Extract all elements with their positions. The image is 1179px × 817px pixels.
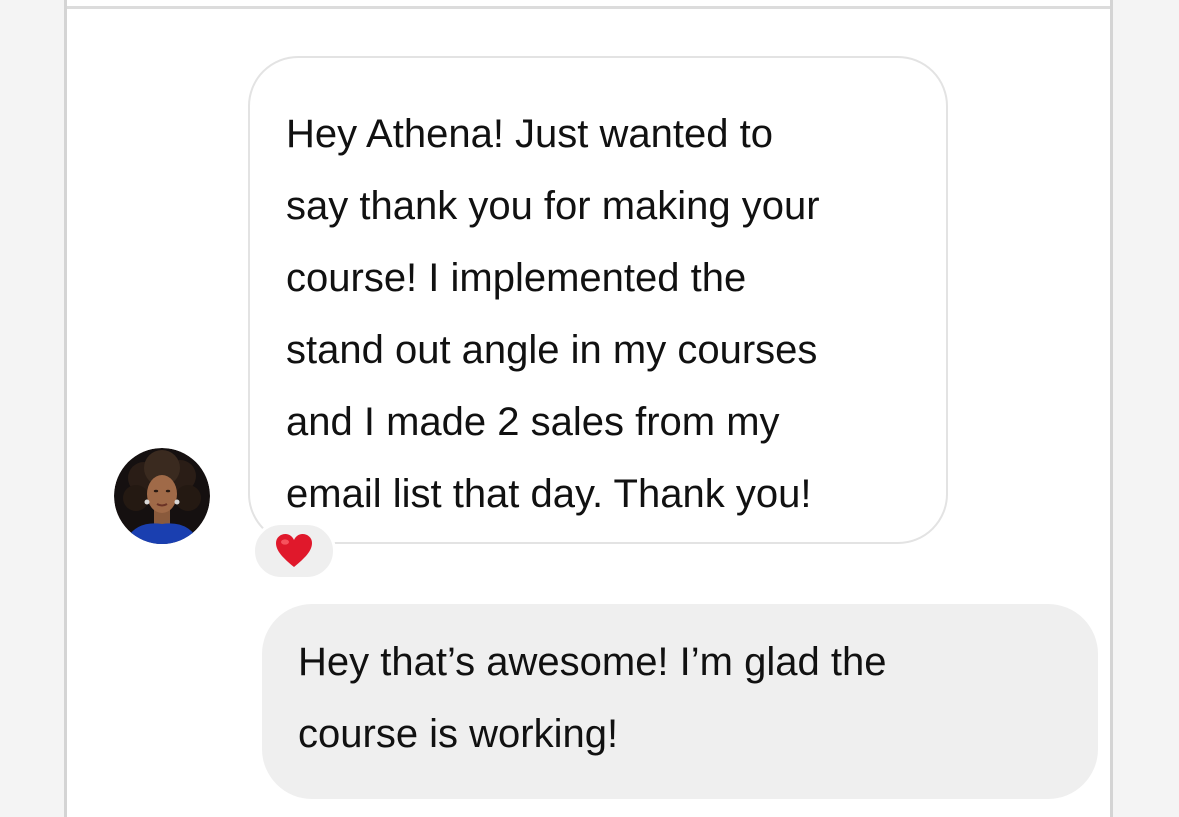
chat-screen: Hey Athena! Just wanted to say thank you… bbox=[0, 0, 1179, 817]
outgoing-message-line: Hey that’s awesome! I’m glad the bbox=[298, 640, 887, 684]
incoming-message-bubble[interactable]: Hey Athena! Just wanted to say thank you… bbox=[248, 56, 948, 544]
outgoing-message-bubble[interactable]: Hey that’s awesome! I’m glad the course … bbox=[262, 604, 1098, 799]
incoming-message-line: say thank you for making your bbox=[286, 184, 820, 228]
heart-reaction-badge[interactable] bbox=[252, 522, 336, 580]
incoming-message-line: email list that day. Thank you! bbox=[286, 472, 812, 516]
incoming-message-line: and I made 2 sales from my bbox=[286, 400, 780, 444]
incoming-message-line: Hey Athena! Just wanted to bbox=[286, 112, 773, 156]
sender-avatar[interactable] bbox=[114, 448, 210, 544]
incoming-message-line: course! I implemented the bbox=[286, 256, 747, 300]
incoming-message-line: stand out angle in my courses bbox=[286, 328, 818, 372]
outgoing-message-line: course is working! bbox=[298, 712, 619, 756]
top-divider bbox=[67, 6, 1110, 9]
red-heart-icon bbox=[276, 534, 312, 567]
avatar-photo-icon bbox=[114, 448, 210, 544]
